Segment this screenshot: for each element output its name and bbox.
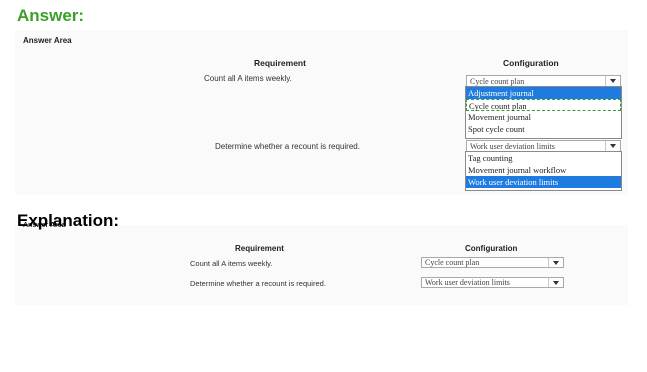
dropdown-option[interactable]: Cycle count plan [466, 99, 621, 111]
dropdown-option[interactable]: Spot cycle count [466, 123, 621, 135]
chevron-down-icon[interactable] [548, 258, 563, 267]
configuration-select[interactable]: Cycle count plan [421, 257, 564, 268]
configuration-dropdown: Tag counting Movement journal workflow W… [465, 151, 622, 191]
answer-heading: Answer: [17, 6, 85, 25]
configuration-header: Configuration [503, 58, 559, 68]
answer-area-label: Answer Area [23, 36, 72, 45]
configuration-select[interactable]: Work user deviation limits [421, 277, 564, 288]
configuration-dropdown: Adjustment journal Cycle count plan Move… [465, 86, 622, 139]
select-value: Work user deviation limits [425, 278, 510, 287]
requirement-header: Requirement [235, 244, 284, 253]
chevron-down-icon[interactable] [605, 76, 620, 86]
dropdown-option[interactable]: Movement journal [466, 111, 621, 123]
requirement-text: Determine whether a recount is required. [190, 279, 326, 288]
requirement-text: Count all A items weekly. [204, 74, 292, 83]
requirement-header: Requirement [254, 58, 306, 68]
dropdown-option[interactable]: Tag counting [466, 152, 621, 164]
requirement-text: Determine whether a recount is required. [215, 142, 360, 151]
configuration-header: Configuration [465, 244, 518, 253]
requirement-text: Count all A items weekly. [190, 259, 273, 268]
dropdown-option[interactable]: Adjustment journal [466, 87, 621, 99]
dropdown-option[interactable]: Work user deviation limits [466, 176, 621, 188]
chevron-down-icon[interactable] [605, 141, 620, 151]
explanation-heading: Explanation: [17, 211, 120, 230]
dropdown-option[interactable]: Movement journal workflow [466, 164, 621, 176]
chevron-down-icon[interactable] [548, 278, 563, 287]
select-value: Cycle count plan [425, 258, 480, 267]
